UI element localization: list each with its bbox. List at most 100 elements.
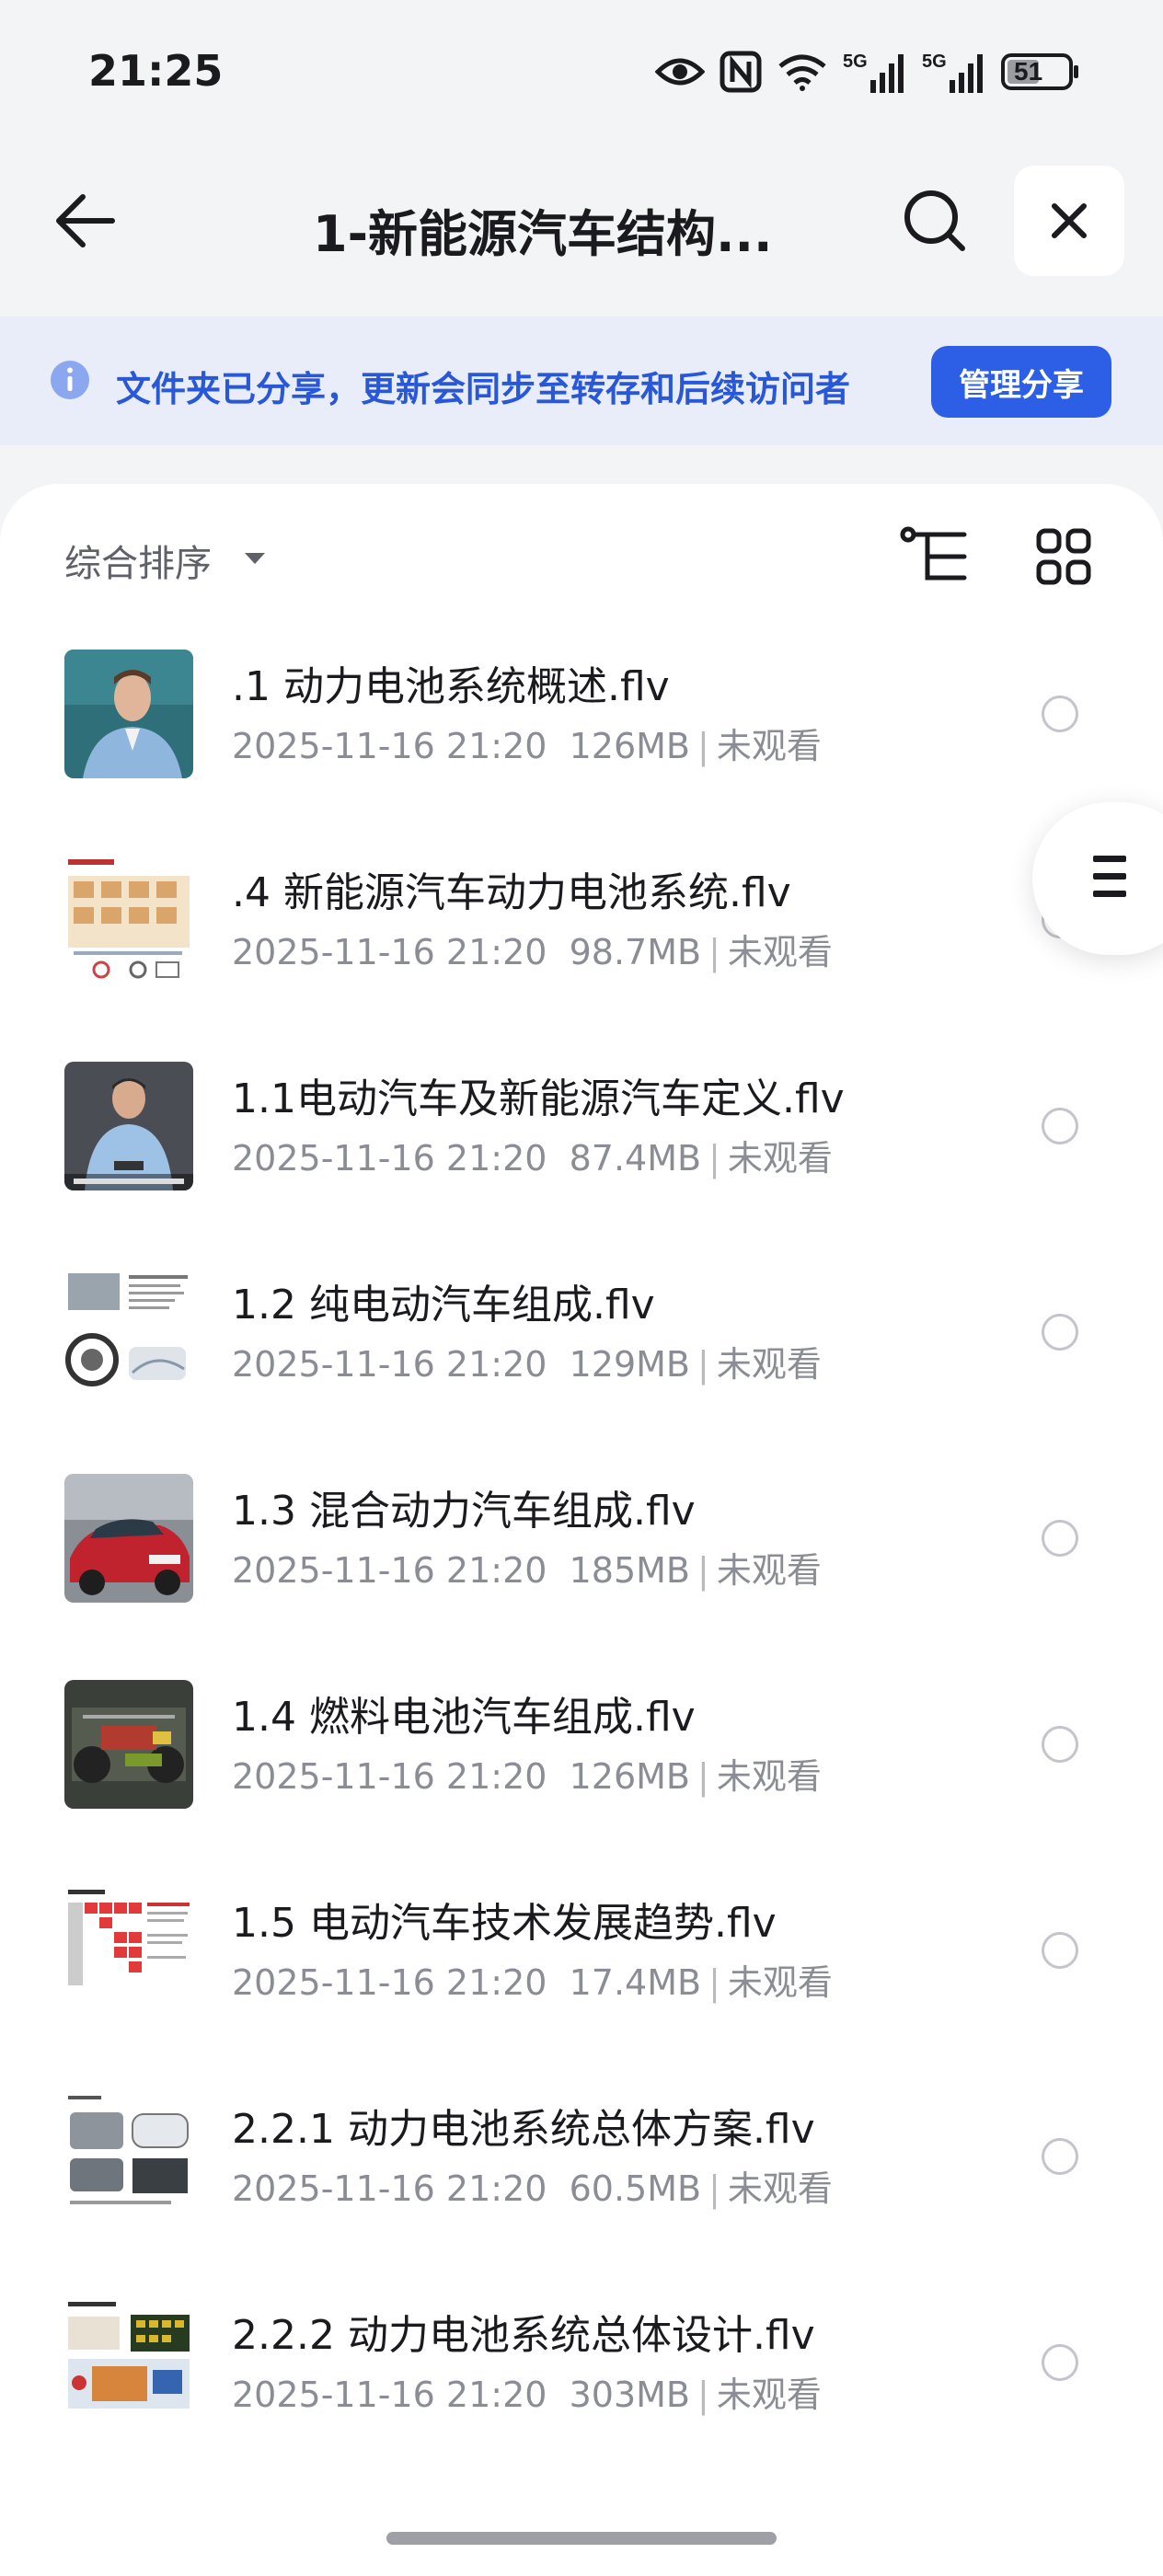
watch-status: 未观看 <box>727 2168 833 2209</box>
svg-text:5G: 5G <box>843 52 868 72</box>
file-date: 2025-11-16 21:20 <box>232 1550 547 1591</box>
video-thumbnail <box>64 856 193 984</box>
header: 1-新能源汽车结构... <box>0 156 1163 285</box>
nfc-icon <box>720 51 762 93</box>
share-banner-text: 文件夹已分享，更新会同步至转存和后续访问者 <box>116 369 851 409</box>
file-meta: 2025-11-16 21:20 98.7MB | 未观看 <box>232 932 833 972</box>
file-date: 2025-11-16 21:20 <box>232 1138 547 1179</box>
search-icon <box>904 190 965 251</box>
select-radio[interactable] <box>1042 1314 1078 1351</box>
close-button[interactable] <box>1014 166 1124 276</box>
video-thumbnail <box>64 1268 193 1397</box>
close-icon <box>1052 203 1087 238</box>
file-meta: 2025-11-16 21:20 17.4MB | 未观看 <box>232 1962 833 2003</box>
file-size: 185MB <box>569 1550 690 1591</box>
file-date: 2025-11-16 21:20 <box>232 2168 547 2209</box>
watch-status: 未观看 <box>716 2375 822 2415</box>
file-name: 1.1电动汽车及新能源汽车定义.flv <box>232 1075 845 1122</box>
list-item[interactable]: 1.3 混合动力汽车组成.flv 2025-11-16 21:20 185MB |… <box>0 1455 1163 1662</box>
status-time: 21:25 <box>88 46 224 96</box>
file-meta: 2025-11-16 21:20 126MB | 未观看 <box>232 726 822 766</box>
file-name: .4 新能源汽车动力电池系统.flv <box>232 869 791 916</box>
page-title: 1-新能源汽车结构... <box>313 205 773 263</box>
status-icons: 5G 5G 51 <box>655 44 1080 99</box>
file-size: 98.7MB <box>569 932 702 972</box>
menu-lines-icon <box>1093 856 1126 897</box>
share-banner: 文件夹已分享，更新会同步至转存和后续访问者 管理分享 <box>0 316 1163 445</box>
select-radio[interactable] <box>1042 696 1078 732</box>
file-name: 2.2.2 动力电池系统总体设计.flv <box>232 2312 815 2359</box>
watch-status: 未观看 <box>727 1138 833 1179</box>
file-meta: 2025-11-16 21:20 87.4MB | 未观看 <box>232 1138 833 1179</box>
battery-level: 51 <box>1014 57 1043 86</box>
file-size: 129MB <box>569 1344 690 1385</box>
file-size: 87.4MB <box>569 1138 702 1179</box>
status-bar: 21:25 5G 5G 51 <box>0 0 1163 147</box>
file-size: 60.5MB <box>569 2168 702 2209</box>
watch-status: 未观看 <box>716 726 822 766</box>
file-size: 17.4MB <box>569 1962 702 2003</box>
list-item[interactable]: 1.5 电动汽车技术发展趋势.flv 2025-11-16 21:20 17.4… <box>0 1868 1163 2074</box>
file-date: 2025-11-16 21:20 <box>232 932 547 972</box>
file-name: 1.2 纯电动汽车组成.flv <box>232 1282 655 1328</box>
watch-status: 未观看 <box>716 1550 822 1591</box>
watch-status: 未观看 <box>727 1962 833 2003</box>
list-item[interactable]: 1.2 纯电动汽车组成.flv 2025-11-16 21:20 129MB | 未… <box>0 1249 1163 1455</box>
watch-status: 未观看 <box>716 1756 822 1797</box>
file-date: 2025-11-16 21:20 <box>232 1756 547 1797</box>
watch-status: 未观看 <box>727 932 833 972</box>
select-radio[interactable] <box>1042 2138 1078 2175</box>
video-thumbnail <box>64 1886 193 2015</box>
select-radio[interactable] <box>1042 1108 1078 1144</box>
list-item[interactable]: .4 新能源汽车动力电池系统.flv 2025-11-16 21:20 98.7… <box>0 837 1163 1043</box>
file-meta: 2025-11-16 21:20 185MB | 未观看 <box>232 1550 822 1591</box>
file-date: 2025-11-16 21:20 <box>232 1344 547 1385</box>
video-thumbnail <box>64 650 193 778</box>
sort-toolbar: 综合排序 <box>0 484 1163 631</box>
video-thumbnail <box>64 2298 193 2427</box>
info-icon <box>50 360 90 400</box>
watch-status: 未观看 <box>716 1344 822 1385</box>
video-thumbnail <box>64 1680 193 1809</box>
eye-icon <box>655 55 705 88</box>
video-thumbnail <box>64 1474 193 1603</box>
select-radio[interactable] <box>1042 1932 1078 1969</box>
file-date: 2025-11-16 21:20 <box>232 726 547 766</box>
file-size: 303MB <box>569 2375 690 2415</box>
list-item[interactable]: .1 动力电池系统概述.flv 2025-11-16 21:20 126MB | 未… <box>0 631 1163 837</box>
file-name: .1 动力电池系统概述.flv <box>232 663 670 710</box>
file-meta: 2025-11-16 21:20 60.5MB | 未观看 <box>232 2168 833 2209</box>
file-size: 126MB <box>569 726 690 766</box>
file-date: 2025-11-16 21:20 <box>232 2375 547 2415</box>
sort-dropdown[interactable]: 综合排序 <box>64 534 212 587</box>
signal-5g-icon: 5G <box>922 49 986 95</box>
caret-down-icon[interactable] <box>243 550 267 567</box>
list-item[interactable]: 1.1电动汽车及新能源汽车定义.flv 2025-11-16 21:20 87.… <box>0 1043 1163 1249</box>
select-radio[interactable] <box>1042 1726 1078 1763</box>
list-item[interactable]: 2.2.1 动力电池系统总体方案.flv 2025-11-16 21:20 60… <box>0 2074 1163 2280</box>
file-date: 2025-11-16 21:20 <box>232 1962 547 2003</box>
file-name: 1.3 混合动力汽车组成.flv <box>232 1488 696 1535</box>
arrow-left-icon <box>56 194 115 247</box>
file-meta: 2025-11-16 21:20 126MB | 未观看 <box>232 1756 822 1797</box>
grid-view-button[interactable] <box>1036 528 1091 585</box>
select-radio[interactable] <box>1042 2344 1078 2381</box>
video-thumbnail <box>64 2092 193 2221</box>
file-size: 126MB <box>569 1756 690 1797</box>
tree-view-button[interactable] <box>900 526 970 587</box>
file-name: 1.4 燃料电池汽车组成.flv <box>232 1694 696 1741</box>
home-indicator[interactable] <box>386 2532 777 2545</box>
wifi-icon <box>777 52 828 92</box>
file-name: 1.5 电动汽车技术发展趋势.flv <box>232 1900 777 1947</box>
manage-share-button[interactable]: 管理分享 <box>931 346 1111 418</box>
list-item[interactable]: 2.2.2 动力电池系统总体设计.flv 2025-11-16 21:20 30… <box>0 2280 1163 2486</box>
file-meta: 2025-11-16 21:20 303MB | 未观看 <box>232 2375 822 2415</box>
select-radio[interactable] <box>1042 1520 1078 1557</box>
tree-icon <box>900 526 967 581</box>
file-name: 2.2.1 动力电池系统总体方案.flv <box>232 2106 815 2153</box>
search-button[interactable] <box>898 184 972 258</box>
file-list-card: 综合排序 .1 动力电池系统概述.flv 2025-11-16 21:20 12… <box>0 484 1163 2576</box>
list-item[interactable]: 1.4 燃料电池汽车组成.flv 2025-11-16 21:20 126MB |… <box>0 1662 1163 1868</box>
battery-icon: 51 <box>1001 52 1080 92</box>
back-button[interactable] <box>48 182 125 259</box>
